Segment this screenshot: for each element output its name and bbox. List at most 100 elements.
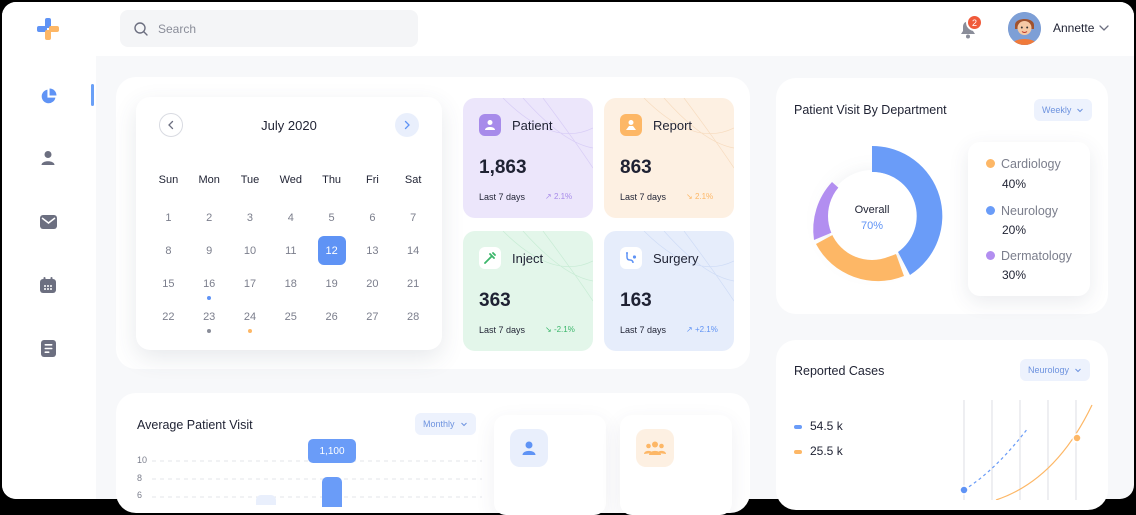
calendar-day[interactable]: 13 xyxy=(352,238,393,264)
y-tick-label: 8 xyxy=(137,473,143,483)
calendar-day[interactable]: 11 xyxy=(270,238,311,264)
calendar-day[interactable]: 28 xyxy=(393,304,434,330)
logo-icon xyxy=(37,18,59,40)
sidebar-item-documents[interactable] xyxy=(38,338,58,358)
calendar-weekdays: Sun Mon Tue Wed Thu Fri Sat xyxy=(148,169,434,191)
calendar-next-button[interactable] xyxy=(395,113,419,137)
calendar-day[interactable]: 9 xyxy=(189,238,230,264)
legend-item-neurology: Neurology xyxy=(986,204,1058,218)
weekday-label: Sun xyxy=(158,174,179,186)
user-name[interactable]: Annette xyxy=(1053,21,1094,35)
event-dot xyxy=(247,328,252,333)
legend-value: 30% xyxy=(1002,268,1027,282)
calendar-day[interactable]: 25 xyxy=(270,304,311,330)
search-input[interactable] xyxy=(158,21,388,36)
neurology-dropdown[interactable]: Neurology xyxy=(1020,359,1091,381)
stat-card-report[interactable]: Report 863 Last 7 days ↘ 2.1% xyxy=(604,98,734,218)
legend-value: 20% xyxy=(1002,223,1027,237)
average-grid xyxy=(152,460,482,498)
monthly-dropdown[interactable]: Monthly xyxy=(415,413,476,435)
legend-item-cardiology: Cardiology xyxy=(986,157,1061,171)
event-dot xyxy=(207,295,212,300)
topbar: 2 Annette xyxy=(96,2,1134,56)
stat-period: Last 7 days xyxy=(620,325,667,335)
calendar-week: 8 9 10 11 12 13 14 xyxy=(148,234,434,267)
stat-card-surgery[interactable]: Surgery 163 Last 7 days ↗ +2.1% xyxy=(604,231,734,351)
calendar-day[interactable]: 5 xyxy=(311,205,352,231)
calendar-day[interactable]: 15 xyxy=(148,271,189,297)
patient-icon xyxy=(510,429,548,467)
calendar-day[interactable]: 2 xyxy=(189,205,230,231)
sidebar-item-calendar[interactable] xyxy=(38,275,58,295)
calendar-week: 15 16 17 18 19 20 21 xyxy=(148,267,434,300)
chart-bar[interactable] xyxy=(256,495,276,505)
sidebar-item-messages[interactable] xyxy=(38,212,58,232)
calendar-day[interactable]: 1 xyxy=(148,205,189,231)
user-icon xyxy=(41,151,55,165)
calendar-day[interactable]: 20 xyxy=(352,271,393,297)
cases-point xyxy=(1072,433,1082,443)
cases-series-neurology xyxy=(963,427,1029,491)
calendar-day[interactable]: 26 xyxy=(311,304,352,330)
search-bar[interactable] xyxy=(120,10,418,47)
cases-legend-item: 25.5 k xyxy=(794,444,843,458)
calendar-day[interactable]: 23 xyxy=(189,304,230,333)
stat-trend: ↘ -2.1% xyxy=(545,325,575,334)
calendar: July 2020 Sun Mon Tue Wed Thu Fri Sat 1 … xyxy=(136,97,442,350)
cases-point xyxy=(959,485,969,495)
calendar-day[interactable]: 3 xyxy=(230,205,271,231)
group-icon xyxy=(636,429,674,467)
calendar-day[interactable]: 4 xyxy=(270,205,311,231)
calendar-day[interactable]: 6 xyxy=(352,205,393,231)
calendar-grid: Sun Mon Tue Wed Thu Fri Sat 1 2 3 4 5 6 … xyxy=(148,169,434,333)
visit-type-card[interactable] xyxy=(620,415,732,515)
calendar-day[interactable]: 10 xyxy=(230,238,271,264)
notification-badge: 2 xyxy=(966,14,983,31)
dropdown-value: Neurology xyxy=(1028,365,1070,375)
calendar-week: 1 2 3 4 5 6 7 xyxy=(148,201,434,234)
active-indicator xyxy=(91,84,94,106)
donut-center-value: 70% xyxy=(860,220,884,232)
chart-bar[interactable] xyxy=(322,477,342,507)
cases-line-chart xyxy=(959,400,1093,500)
report-icon xyxy=(620,114,642,136)
sidebar-item-patients[interactable] xyxy=(38,148,58,168)
calendar-day[interactable]: 7 xyxy=(393,205,434,231)
weekly-dropdown[interactable]: Weekly xyxy=(1034,99,1093,121)
chevron-down-icon[interactable] xyxy=(1098,22,1110,34)
stat-card-patient[interactable]: Patient 1,863 Last 7 days ↗ 2.1% xyxy=(463,98,593,218)
dropdown-value: Monthly xyxy=(423,419,455,429)
calendar-icon xyxy=(40,277,56,293)
department-donut-chart xyxy=(813,145,943,282)
chart-tooltip: 1,100 xyxy=(308,439,356,463)
calendar-day[interactable]: 22 xyxy=(148,304,189,330)
calendar-day[interactable]: 18 xyxy=(270,271,311,297)
calendar-day[interactable]: 19 xyxy=(311,271,352,297)
stat-trend: ↗ +2.1% xyxy=(686,325,718,334)
dropdown-value: Weekly xyxy=(1042,105,1072,115)
calendar-day[interactable]: 21 xyxy=(393,271,434,297)
stat-card-inject[interactable]: Inject 363 Last 7 days ↘ -2.1% xyxy=(463,231,593,351)
patient-icon xyxy=(479,114,501,136)
calendar-day[interactable]: 17 xyxy=(230,271,271,297)
stat-value: 863 xyxy=(620,157,652,178)
stat-period: Last 7 days xyxy=(620,192,667,202)
stat-period: Last 7 days xyxy=(479,325,526,335)
stat-value: 1,863 xyxy=(479,157,527,178)
visit-type-card[interactable] xyxy=(494,415,606,515)
calendar-day[interactable]: 24 xyxy=(230,304,271,333)
stat-value: 363 xyxy=(479,290,511,311)
calendar-day-selected[interactable]: 12 xyxy=(311,235,352,265)
calendar-day[interactable]: 27 xyxy=(352,304,393,330)
sidebar-item-dashboard[interactable] xyxy=(38,86,58,106)
chevron-right-icon xyxy=(404,120,410,130)
calendar-week: 22 23 24 25 26 27 28 xyxy=(148,300,434,333)
stat-trend: ↗ 2.1% xyxy=(545,192,573,201)
weekday-label: Thu xyxy=(322,174,342,186)
y-tick-label: 10 xyxy=(137,455,148,465)
calendar-day[interactable]: 8 xyxy=(148,238,189,264)
stethoscope-icon xyxy=(620,247,642,269)
calendar-day[interactable]: 14 xyxy=(393,238,434,264)
calendar-day[interactable]: 16 xyxy=(189,271,230,300)
avatar[interactable] xyxy=(1008,12,1041,45)
